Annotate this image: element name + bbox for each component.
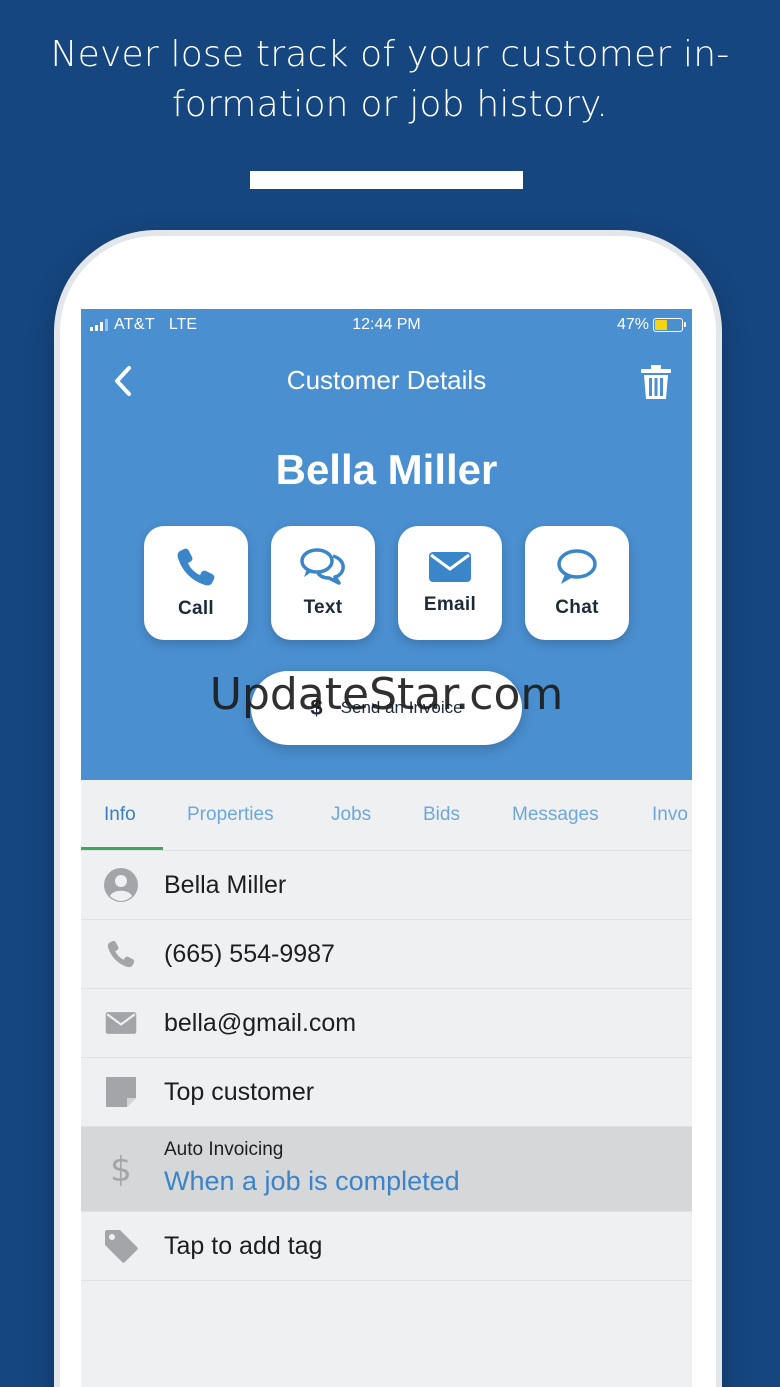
page-title: Customer Details (286, 365, 487, 395)
status-time: 12:44 PM (352, 316, 421, 333)
dollar-icon: $ (310, 695, 323, 720)
envelope-icon (429, 552, 471, 582)
delete-button[interactable] (638, 361, 674, 403)
headline-line-1: Never lose track of your customer in- (50, 34, 730, 75)
auto-invoicing-value: When a job is completed (164, 1166, 460, 1196)
call-label: Call (177, 598, 215, 619)
tab-bids[interactable]: Bids (423, 804, 460, 826)
customer-name: Bella Miller (275, 446, 498, 493)
active-tab-indicator (81, 847, 163, 850)
call-button[interactable]: Call (144, 526, 248, 640)
info-row-note[interactable]: Top customer (81, 1058, 692, 1127)
info-note-text: Top customer (164, 1077, 315, 1106)
tab-info[interactable]: Info (104, 804, 136, 826)
chat-label: Chat (555, 597, 599, 618)
battery-percent: 47% (616, 316, 649, 333)
envelope-icon (103, 1005, 139, 1041)
tab-bar: Info Properties Jobs Bids Messages Invo (81, 780, 692, 851)
tag-icon (103, 1228, 139, 1264)
info-phone-text: (665) 554-9987 (164, 939, 335, 968)
tab-messages[interactable]: Messages (512, 804, 599, 826)
info-row-phone[interactable]: (665) 554-9987 (81, 920, 692, 989)
text-button[interactable]: Text (271, 526, 375, 640)
send-invoice-button[interactable]: $ Send an Invoice (251, 671, 522, 745)
info-tag-text: Tap to add tag (164, 1231, 323, 1260)
svg-text:$: $ (110, 1150, 132, 1188)
email-button[interactable]: Email (398, 526, 502, 640)
tab-invoices[interactable]: Invo (652, 804, 688, 826)
tab-jobs[interactable]: Jobs (331, 804, 371, 826)
dollar-icon: $ (103, 1150, 139, 1188)
customer-header: AT&T LTE 12:44 PM 47% Customer Details B… (81, 309, 692, 780)
auto-invoicing-title: Auto Invoicing (164, 1139, 284, 1160)
divider-bar (250, 171, 523, 189)
headline: Never lose track of your customer in- fo… (0, 30, 780, 130)
headline-line-2: formation or job history. (171, 84, 609, 125)
info-email-text: bella@gmail.com (164, 1008, 357, 1037)
text-label: Text (303, 597, 343, 618)
tab-properties[interactable]: Properties (187, 804, 274, 826)
info-row-auto-invoicing[interactable]: $ Auto Invoicing When a job is completed (81, 1127, 692, 1212)
info-list: Bella Miller (665) 554-9987 bella@gmail.… (81, 851, 692, 1281)
email-label: Email (423, 594, 477, 615)
status-right: 47% (616, 316, 686, 334)
phone-icon (177, 548, 215, 586)
note-icon (103, 1074, 139, 1110)
status-bar: AT&T LTE 12:44 PM 47% (81, 309, 692, 341)
battery-icon (653, 318, 686, 332)
send-invoice-label: Send an Invoice (340, 698, 463, 717)
contact-actions: Call Text Email Chat (144, 526, 629, 640)
phone-screen: AT&T LTE 12:44 PM 47% Customer Details B… (81, 309, 692, 1387)
info-name-text: Bella Miller (164, 870, 287, 899)
chat-button[interactable]: Chat (525, 526, 629, 640)
battery-fill (655, 320, 668, 330)
nav-bar: Customer Details (81, 353, 692, 409)
phone-icon (103, 936, 139, 972)
info-row-tag[interactable]: Tap to add tag (81, 1212, 692, 1281)
person-icon (103, 867, 139, 903)
info-row-name[interactable]: Bella Miller (81, 851, 692, 920)
chat-bubbles-icon (300, 548, 345, 585)
info-row-email[interactable]: bella@gmail.com (81, 989, 692, 1058)
trash-icon (641, 365, 671, 399)
chat-bubble-icon (557, 549, 597, 584)
